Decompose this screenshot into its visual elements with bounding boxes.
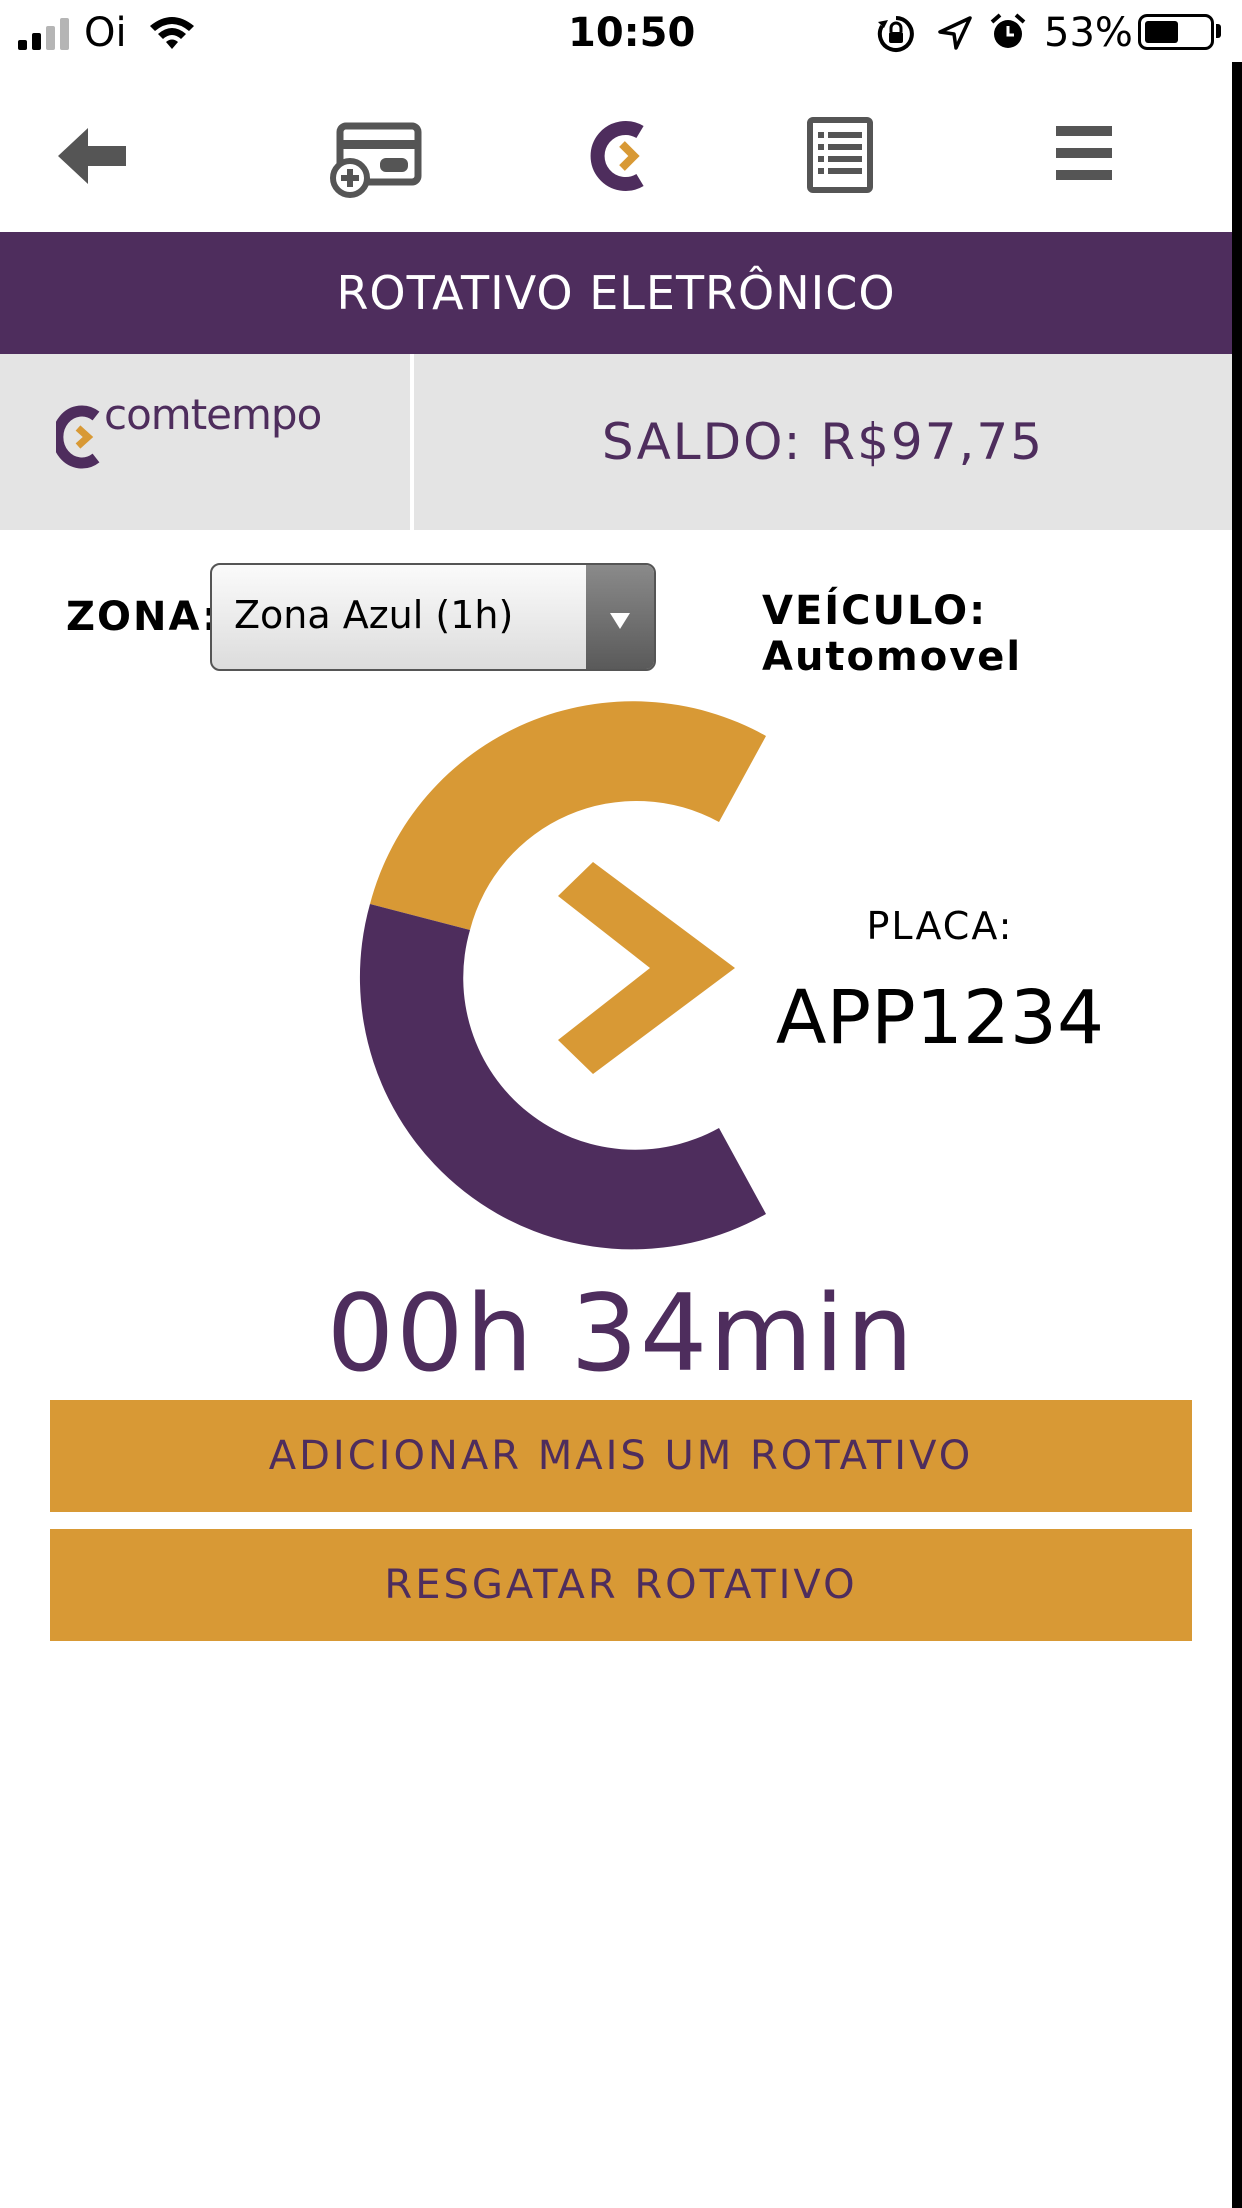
toolbar [0, 66, 1232, 232]
menu-icon [1056, 126, 1112, 180]
list-button[interactable] [790, 106, 910, 206]
title-bar: ROTATIVO ELETRÔNICO [0, 232, 1232, 354]
zone-select[interactable]: Zona Azul (1h) [210, 563, 656, 671]
add-rotativo-button[interactable]: ADICIONAR MAIS UM ROTATIVO [50, 1400, 1192, 1512]
add-card-icon [330, 122, 422, 198]
brand-logo-icon [56, 405, 100, 469]
vehicle-label: VEÍCULO: Automovel [762, 588, 1023, 680]
add-card-button[interactable] [320, 106, 440, 206]
clock-time: 10:50 [568, 10, 696, 56]
add-rotativo-label: ADICIONAR MAIS UM ROTATIVO [268, 1433, 974, 1479]
menu-button[interactable] [1034, 106, 1154, 206]
location-icon [938, 16, 972, 50]
redeem-rotativo-label: RESGATAR ROTATIVO [384, 1562, 858, 1608]
zone-select-toggle[interactable] [586, 565, 654, 669]
status-bar: Oi 10:50 53% [0, 0, 1242, 66]
balance-display: SALDO: R$97,75 [414, 354, 1232, 530]
brand-name: comtempo [104, 390, 322, 439]
account-info-row: comtempo SALDO: R$97,75 [0, 354, 1232, 530]
battery-icon [1138, 14, 1214, 50]
remaining-time: 00h 34min [326, 1272, 916, 1395]
plate-value: APP1234 [775, 975, 1105, 1061]
battery-tip [1216, 24, 1221, 38]
comtempo-logo-icon [590, 121, 644, 191]
back-arrow-icon [58, 128, 126, 184]
back-button[interactable] [40, 106, 160, 206]
carrier-name: Oi [84, 10, 127, 56]
zone-select-value: Zona Azul (1h) [234, 593, 514, 637]
page-title: ROTATIVO ELETRÔNICO [336, 266, 896, 320]
plate-label: PLACA: [866, 904, 1014, 948]
screen-edge [1232, 62, 1242, 2208]
list-icon [807, 117, 873, 193]
battery-percent: 53% [1044, 10, 1133, 56]
chevron-right-icon [558, 862, 735, 1074]
home-logo-button[interactable] [568, 106, 688, 206]
zone-label: ZONA: [66, 594, 221, 640]
chevron-down-icon [610, 613, 630, 629]
orientation-lock-icon [877, 16, 914, 52]
alarm-icon [990, 13, 1026, 48]
balance-text: SALDO: R$97,75 [601, 413, 1045, 471]
wifi-icon [150, 17, 194, 49]
redeem-rotativo-button[interactable]: RESGATAR ROTATIVO [50, 1529, 1192, 1641]
signal-icon [18, 18, 69, 50]
